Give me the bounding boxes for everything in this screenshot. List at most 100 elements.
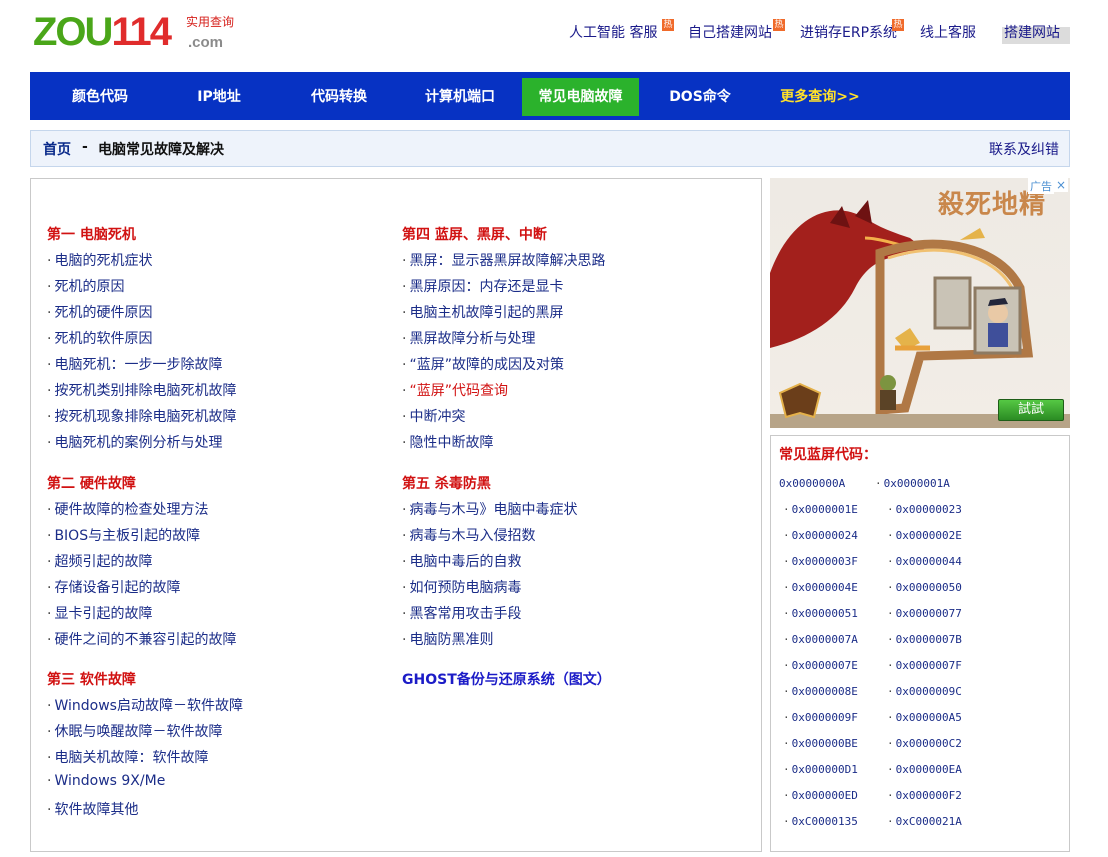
breadcrumb-current: 电脑常见故障及解决	[98, 142, 224, 158]
code-link[interactable]: · 0x00000023	[887, 503, 962, 516]
breadcrumb: 首页 - 电脑常见故障及解决 联系及纠错	[30, 130, 1070, 167]
list-item[interactable]: · 硬件故障的检查处理方法	[47, 499, 208, 519]
game-logo-icon	[778, 382, 822, 419]
list-item[interactable]: · 电脑死机：一步一步除故障	[47, 354, 222, 374]
list-item[interactable]: · 电脑中毒后的自救	[402, 551, 521, 571]
list-item[interactable]: · 超频引起的故障	[47, 551, 152, 571]
code-link[interactable]: · 0x0000001E	[783, 503, 858, 516]
code-link[interactable]: · 0x00000050	[887, 581, 962, 594]
list-item[interactable]: · 病毒与木马入侵招数	[402, 525, 535, 545]
toplink-build-site[interactable]: 自己搭建网站	[688, 22, 772, 44]
toplink-ai-service[interactable]: 人工智能 客服	[569, 22, 657, 44]
list-item[interactable]: · 电脑的死机症状	[47, 250, 152, 270]
nav-dos[interactable]: DOS命令	[642, 78, 758, 116]
list-item[interactable]: · 病毒与木马》电脑中毒症状	[402, 499, 577, 519]
site-header: ZOU114 实用查询 .com 人工智能 客服 热 自己搭建网站 热 进销存E…	[0, 0, 1108, 72]
code-link[interactable]: · 0x0000001A	[875, 477, 950, 490]
code-link[interactable]: · 0x000000EA	[887, 763, 962, 776]
code-link[interactable]: · 0x0000003F	[783, 555, 858, 568]
logo-wordmark: ZOU114	[33, 8, 172, 56]
code-link[interactable]: · 0x0000004E	[783, 581, 858, 594]
codes-title: 常见蓝屏代码：	[779, 447, 877, 463]
list-item-highlighted[interactable]: · “蓝屏”代码查询	[402, 380, 508, 400]
breadcrumb-home[interactable]: 首页	[43, 139, 71, 159]
list-item[interactable]: · 按死机现象排除电脑死机故障	[47, 406, 236, 426]
section-title: 第一 电脑死机	[47, 227, 136, 243]
toplink-online-service[interactable]: 线上客服	[920, 22, 976, 44]
list-item[interactable]: · 电脑关机故障：软件故障	[47, 747, 208, 767]
code-link[interactable]: · 0x0000002E	[887, 529, 962, 542]
code-link[interactable]: · 0x0000008E	[783, 685, 858, 698]
list-item[interactable]: · 存储设备引起的故障	[47, 577, 180, 597]
list-item[interactable]: · 黑屏故障分析与处理	[402, 328, 535, 348]
nav-pc-faults[interactable]: 常见电脑故障	[522, 78, 639, 116]
hot-badge: 热	[773, 19, 785, 31]
list-item[interactable]: · 硬件之间的不兼容引起的故障	[47, 629, 236, 649]
main-nav: 颜色代码 IP地址 代码转换 计算机端口 常见电脑故障 DOS命令 更多查询>>	[30, 72, 1070, 120]
section-title: 第四 蓝屏、黑屏、中断	[402, 227, 547, 243]
list-item[interactable]: · 死机的软件原因	[47, 328, 152, 348]
section-title: 第二 硬件故障	[47, 476, 136, 492]
nav-code-convert[interactable]: 代码转换	[281, 78, 397, 116]
ad-try-button[interactable]: 試試	[998, 399, 1064, 421]
logo-tagline: 实用查询	[186, 15, 235, 29]
nav-ports[interactable]: 计算机端口	[402, 78, 518, 116]
code-link[interactable]: · 0x0000007B	[887, 633, 962, 646]
list-item[interactable]: · 隐性中断故障	[402, 432, 493, 452]
toplink-erp[interactable]: 进销存ERP系统	[800, 22, 897, 44]
contact-correction-link[interactable]: 联系及纠错	[989, 139, 1059, 159]
nav-ip-address[interactable]: IP地址	[161, 78, 277, 116]
list-item[interactable]: · 电脑防黑准则	[402, 629, 493, 649]
fault-index: 第一 电脑死机 · 电脑的死机症状 · 死机的原因 · 死机的硬件原因 · 死机的软件原…	[30, 178, 762, 852]
code-link[interactable]: · 0x0000009F	[783, 711, 858, 724]
code-link[interactable]: · 0x00000044	[887, 555, 962, 568]
list-item[interactable]: · 死机的原因	[47, 276, 124, 296]
close-icon[interactable]: ×	[1054, 178, 1068, 192]
list-item[interactable]: · Windows启动故障－软件故障	[47, 695, 243, 715]
section-title: 第五 杀毒防黑	[402, 476, 491, 492]
list-item[interactable]: · 死机的硬件原因	[47, 302, 152, 322]
code-link[interactable]: · 0x0000007E	[783, 659, 858, 672]
code-link[interactable]: · 0x000000F2	[887, 789, 962, 802]
breadcrumb-separator: -	[82, 139, 88, 155]
list-item[interactable]: · 电脑主机故障引起的黑屏	[402, 302, 563, 322]
code-link[interactable]: · 0x0000007A	[783, 633, 858, 646]
list-item[interactable]: · 软件故障其他	[47, 799, 138, 819]
list-item[interactable]: · 如何预防电脑病毒	[402, 577, 521, 597]
list-item[interactable]: · 显卡引起的故障	[47, 603, 152, 623]
code-link[interactable]: · 0xC0000135	[783, 815, 858, 828]
code-link[interactable]: · 0x000000D1	[783, 763, 858, 776]
list-item[interactable]: · BIOS与主板引起的故障	[47, 525, 200, 545]
section-title: 第三 软件故障	[47, 672, 136, 688]
list-item[interactable]: · 休眠与唤醒故障－软件故障	[47, 721, 222, 741]
ghost-backup-link[interactable]: GHOST备份与还原系统（图文）	[402, 669, 611, 689]
code-link[interactable]: · 0x000000ED	[783, 789, 858, 802]
code-link[interactable]: · 0x00000051	[783, 607, 858, 620]
list-item[interactable]: · 黑客常用攻击手段	[402, 603, 521, 623]
code-link[interactable]: · 0x000000BE	[783, 737, 858, 750]
code-link[interactable]: 0x0000000A	[779, 477, 845, 490]
code-link[interactable]: · 0x0000007F	[887, 659, 962, 672]
code-link[interactable]: · 0x000000A5	[887, 711, 962, 724]
ad-banner[interactable]: 殺死地精 广告 × 試試	[770, 178, 1070, 428]
list-item[interactable]: · 黑屏原因：内存还是显卡	[402, 276, 563, 296]
ad-label: 广告	[1028, 178, 1054, 194]
list-item[interactable]: · 黑屏：显示器黑屏故障解决思路	[402, 250, 605, 270]
code-link[interactable]: · 0x0000009C	[887, 685, 962, 698]
site-logo[interactable]: ZOU114 实用查询 .com	[33, 8, 243, 64]
nav-more[interactable]: 更多查询>>	[762, 78, 878, 116]
build-site-link[interactable]: 搭建网站	[1002, 25, 1070, 44]
logo-brand-b: 114	[111, 10, 172, 54]
list-item[interactable]: · Windows 9X/Me	[47, 773, 165, 789]
list-item[interactable]: · 按死机类别排除电脑死机故障	[47, 380, 236, 400]
list-item[interactable]: · “蓝屏”故障的成因及对策	[402, 354, 564, 374]
code-link[interactable]: · 0x00000077	[887, 607, 962, 620]
nav-color-code[interactable]: 颜色代码	[42, 78, 158, 116]
list-item[interactable]: · 电脑死机的案例分析与处理	[47, 432, 222, 452]
code-link[interactable]: · 0xC000021A	[887, 815, 962, 828]
code-link[interactable]: · 0x00000024	[783, 529, 858, 542]
bsod-codes-panel: 常见蓝屏代码： 0x0000000A · 0x0000001A · 0x000000…	[770, 435, 1070, 852]
hot-badge: 热	[892, 19, 904, 31]
list-item[interactable]: · 中断冲突	[402, 406, 465, 426]
code-link[interactable]: · 0x000000C2	[887, 737, 962, 750]
